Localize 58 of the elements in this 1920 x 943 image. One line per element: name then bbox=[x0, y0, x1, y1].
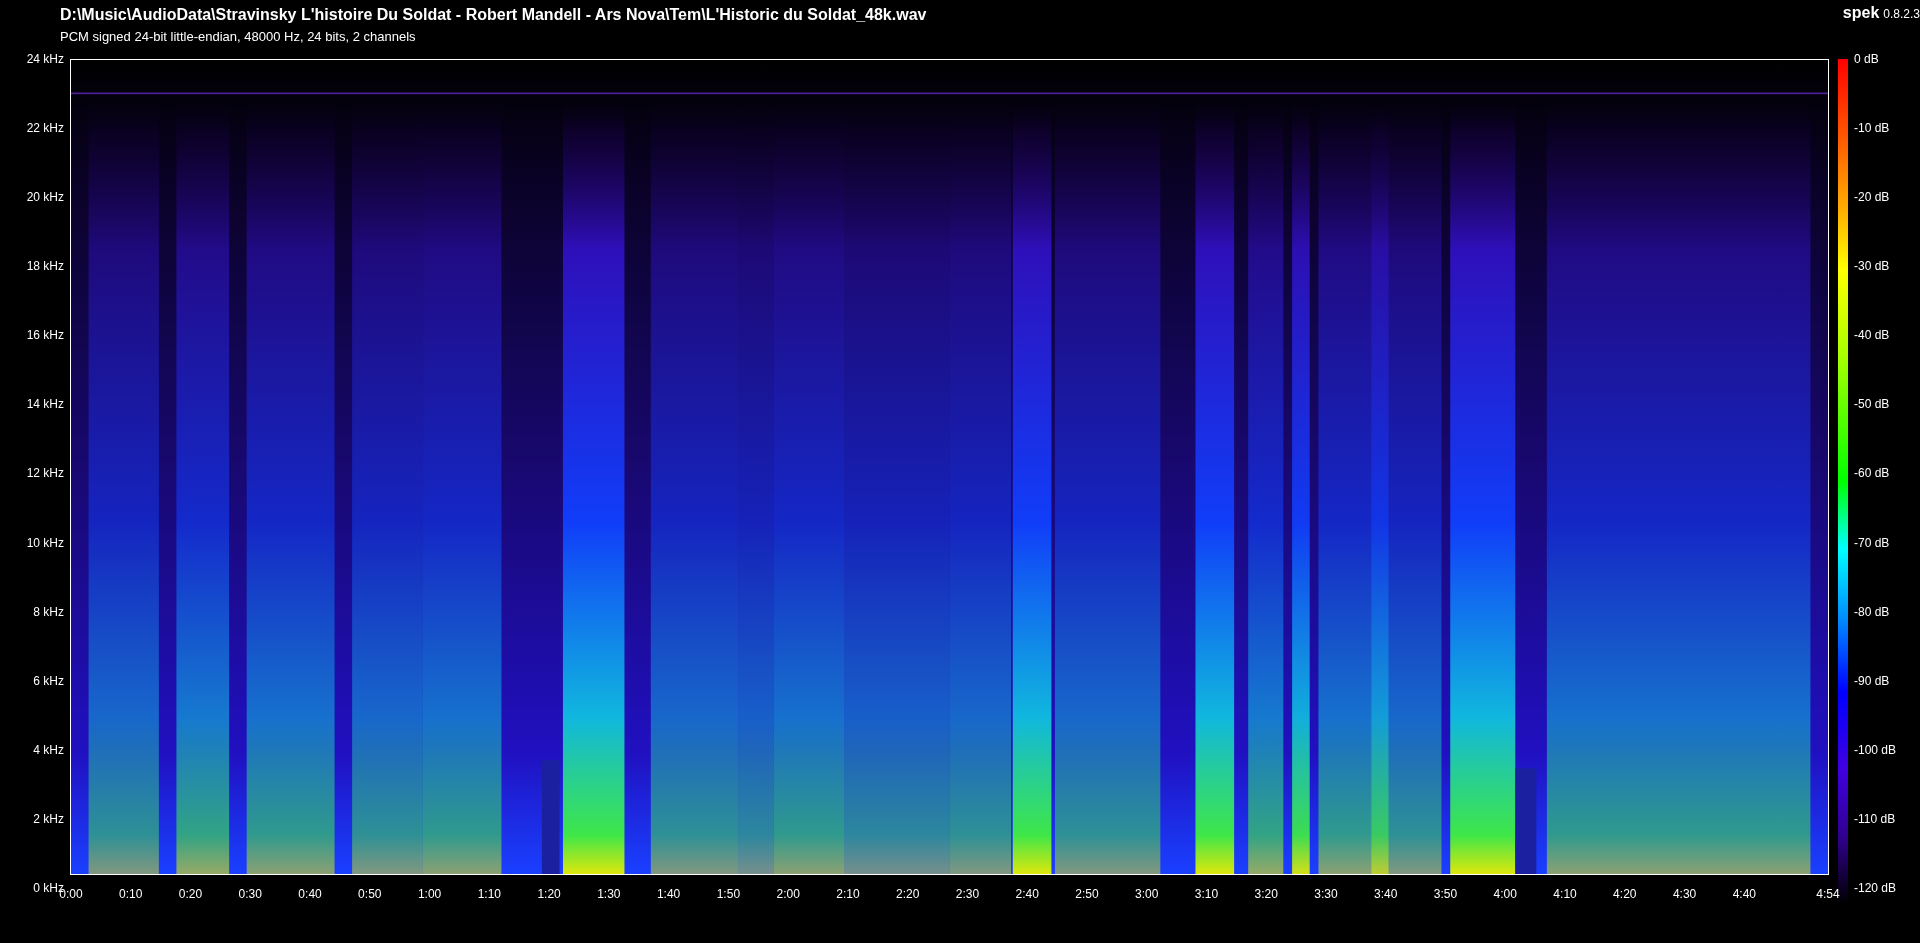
frequency-label: 24 kHz bbox=[26, 51, 64, 67]
time-label: 0:10 bbox=[119, 887, 143, 902]
time-label: 4:20 bbox=[1613, 887, 1637, 902]
frequency-label: 8 kHz bbox=[33, 603, 64, 620]
time-label: 1:40 bbox=[656, 887, 681, 902]
db-label: 0 dB bbox=[1854, 51, 1880, 67]
frequency-label: 22 kHz bbox=[26, 120, 64, 137]
db-label: -80 dB bbox=[1854, 603, 1891, 620]
format-info: PCM signed 24-bit little-endian, 48000 Hz, 24 bits, 2 channels bbox=[60, 28, 417, 46]
time-label: 2:20 bbox=[896, 887, 920, 902]
time-label: 2:50 bbox=[1075, 887, 1099, 902]
frequency-label: 18 kHz bbox=[26, 258, 64, 275]
time-label: 4:54 bbox=[1816, 887, 1840, 902]
frequency-label: 4 kHz bbox=[33, 741, 64, 758]
time-label: 1:00 bbox=[417, 887, 442, 902]
time-label: 3:50 bbox=[1433, 887, 1458, 902]
time-label: 2:40 bbox=[1015, 887, 1039, 902]
time-label: 0:20 bbox=[178, 887, 203, 902]
frequency-label: 2 kHz bbox=[33, 810, 64, 827]
time-label: 2:10 bbox=[836, 887, 860, 902]
time-label: 2:30 bbox=[955, 887, 980, 902]
db-label: -10 dB bbox=[1854, 120, 1891, 137]
time-label: 3:00 bbox=[1135, 887, 1159, 902]
db-label: -50 dB bbox=[1854, 396, 1891, 413]
frequency-label: 14 kHz bbox=[26, 396, 64, 413]
db-label: -20 dB bbox=[1854, 189, 1891, 206]
app-version: 0.8.2.3 bbox=[1883, 7, 1920, 21]
time-label: 0:40 bbox=[298, 887, 322, 902]
time-label: 2:00 bbox=[776, 887, 800, 902]
frequency-label: 10 kHz bbox=[26, 534, 64, 551]
db-label: -120 dB bbox=[1854, 879, 1897, 896]
db-label: -30 dB bbox=[1854, 258, 1891, 275]
time-label: 4:00 bbox=[1493, 887, 1517, 902]
frequency-label: 16 kHz bbox=[26, 327, 64, 344]
frequency-label: 6 kHz bbox=[33, 672, 64, 689]
db-label: -100 dB bbox=[1854, 741, 1897, 758]
time-label: 1:30 bbox=[597, 887, 621, 902]
time-label: 1:50 bbox=[716, 887, 741, 902]
time-label: 0:50 bbox=[358, 887, 382, 902]
app-name: spek bbox=[1842, 4, 1880, 21]
db-label: -60 dB bbox=[1854, 465, 1891, 482]
db-label: -90 dB bbox=[1854, 672, 1891, 689]
time-label: 3:10 bbox=[1194, 887, 1219, 902]
frequency-label: 20 kHz bbox=[26, 189, 64, 206]
time-label: 4:10 bbox=[1553, 887, 1577, 902]
db-label: -70 dB bbox=[1854, 534, 1891, 551]
file-path: D:\Music\AudioData\Stravinsky L'histoire Du Soldat - Robert Mandell - Ars Nova\Tem\L'Historic du Soldat_48k.wav bbox=[60, 5, 927, 25]
time-label: 3:20 bbox=[1254, 887, 1278, 902]
time-label: 4:40 bbox=[1732, 887, 1756, 902]
time-label: 3:30 bbox=[1314, 887, 1338, 902]
time-label: 4:30 bbox=[1672, 887, 1697, 902]
time-label: 3:40 bbox=[1374, 887, 1398, 902]
db-label: -40 dB bbox=[1854, 327, 1891, 344]
time-label: 1:20 bbox=[537, 887, 561, 902]
time-label: 0:30 bbox=[238, 887, 262, 902]
db-label: -110 dB bbox=[1854, 810, 1897, 827]
frequency-label: 12 kHz bbox=[26, 465, 64, 482]
time-label: 1:10 bbox=[477, 887, 501, 902]
